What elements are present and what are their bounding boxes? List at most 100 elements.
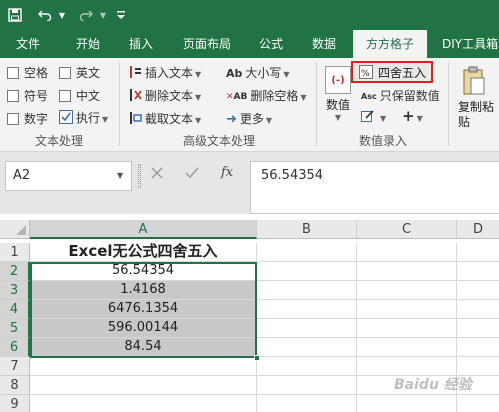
group-label-text-processing: 文本处理 <box>34 134 83 148</box>
checkbox-spaces[interactable]: 空格 <box>7 64 48 81</box>
column-header-d[interactable]: D <box>457 220 499 239</box>
insert-text-label: 插入文本 <box>145 66 194 80</box>
save-icon[interactable] <box>4 0 26 30</box>
checkbox-digits[interactable]: 数字 <box>7 110 48 127</box>
checkbox-box[interactable] <box>59 67 71 79</box>
customize-toolbar-icon[interactable] <box>114 0 128 30</box>
value-label: 数值 <box>325 98 350 112</box>
row-header[interactable]: 8 <box>0 376 30 395</box>
checkbox-box[interactable] <box>7 67 19 79</box>
extract-text-label: 截取文本 <box>145 112 194 126</box>
worksheet-grid[interactable]: A B C D 1 2 3 4 5 6 7 8 9 Excel无公式四舍五入 5… <box>0 214 499 412</box>
delete-text-label: 删除文本 <box>145 89 194 103</box>
value-cell[interactable]: 1.4168 <box>30 281 257 300</box>
value-button[interactable]: (-) 数值 ▼ <box>322 62 354 124</box>
redo-icon[interactable] <box>75 0 97 30</box>
delete-spaces-button[interactable]: ✕AB 删除空格 ▼ <box>226 87 307 104</box>
checkbox-label: 中文 <box>76 89 101 103</box>
checkbox-box[interactable] <box>7 90 19 102</box>
value-cell[interactable]: 84.54 <box>30 338 257 357</box>
title-cell[interactable]: Excel无公式四舍五入 <box>30 243 257 262</box>
checkbox-box[interactable] <box>7 113 19 125</box>
round-label: 四舍五入 <box>378 66 427 80</box>
chevron-down-icon: ▼ <box>283 70 290 79</box>
row-header[interactable]: 6 <box>0 338 30 357</box>
row-header[interactable]: 3 <box>0 281 30 300</box>
extract-text-button[interactable]: 截取文本 ▼ <box>128 110 201 128</box>
fill-handle[interactable] <box>254 355 260 361</box>
group-divider <box>448 62 449 146</box>
select-all-corner[interactable] <box>0 220 30 239</box>
delete-text-button[interactable]: 删除文本 ▼ <box>128 87 201 105</box>
tab-page-layout[interactable]: 页面布局 <box>172 30 242 58</box>
row-header[interactable]: 7 <box>0 357 30 376</box>
checkbox-box[interactable] <box>59 90 71 102</box>
keep-values-button[interactable]: Asc 只保留数值 <box>361 87 440 104</box>
undo-icon[interactable] <box>34 0 56 30</box>
undo-dropdown-icon[interactable]: ▼ <box>56 0 68 30</box>
row-header[interactable]: 5 <box>0 319 30 338</box>
execute-icon <box>59 110 73 127</box>
checkbox-symbols[interactable]: 符号 <box>7 87 48 104</box>
group-label-numeric-entry: 数值录入 <box>358 134 407 148</box>
group-divider <box>316 62 317 146</box>
edit-option-button[interactable]: ▼ <box>361 109 386 126</box>
delete-spaces-label: 删除空格 <box>250 89 299 103</box>
value-cell[interactable]: 56.54354 <box>30 262 257 281</box>
ribbon: 空格 英文 符号 中文 数字 执行 ▼ 文本处理 插入文本 ▼ 删除文本 ▼ 截取文本… <box>0 58 499 152</box>
value-cell[interactable]: 596.00144 <box>30 319 257 338</box>
extract-text-icon <box>128 111 142 128</box>
tab-data[interactable]: 数据 <box>300 30 348 58</box>
row-header[interactable]: 4 <box>0 300 30 319</box>
execute-label: 执行 <box>76 111 101 125</box>
column-header-c[interactable]: C <box>357 220 457 239</box>
tab-formulas[interactable]: 公式 <box>247 30 295 58</box>
edit-icon <box>361 109 375 126</box>
title-bar: ▼ ▼ <box>0 0 499 30</box>
name-box-dropdown-icon[interactable]: ▼ <box>117 171 123 180</box>
tab-insert[interactable]: 插入 <box>116 30 166 58</box>
checkbox-label: 空格 <box>24 66 49 80</box>
more-label: 更多 <box>239 112 264 126</box>
delete-text-icon <box>128 88 142 105</box>
tab-diy-toolbox[interactable]: DIY工具箱 <box>434 30 499 58</box>
confirm-icon[interactable] <box>185 167 199 182</box>
ribbon-tab-bar: 文件 开始 插入 页面布局 公式 数据 方方格子 DIY工具箱 <box>0 30 499 58</box>
more-button[interactable]: ➜ 更多 ▼ <box>226 110 272 127</box>
chevron-down-icon: ▼ <box>416 114 423 123</box>
execute-button[interactable]: 执行 ▼ <box>59 109 108 127</box>
value-cell[interactable]: 6476.1354 <box>30 300 257 319</box>
column-header-b[interactable]: B <box>257 220 357 239</box>
change-case-button[interactable]: Ab 大小写 ▼ <box>226 64 290 81</box>
redo-dropdown-icon[interactable]: ▼ <box>97 0 109 30</box>
arrow-right-icon: ➜ <box>226 112 237 127</box>
chevron-down-icon: ▼ <box>195 93 202 102</box>
checkbox-label: 符号 <box>24 89 49 103</box>
round-button[interactable]: % 四舍五入 <box>351 61 433 83</box>
value-icon: (-) <box>325 66 351 94</box>
delete-spaces-icon: ✕AB <box>226 91 248 102</box>
column-header-a[interactable]: A <box>30 220 257 239</box>
insert-function-icon[interactable]: fx <box>221 165 233 180</box>
svg-text:%: % <box>361 69 370 79</box>
tab-home[interactable]: 开始 <box>62 30 114 58</box>
checkbox-chinese[interactable]: 中文 <box>59 87 100 104</box>
chevron-down-icon: ▼ <box>334 113 342 122</box>
empty-cells[interactable] <box>30 357 257 412</box>
row-header[interactable]: 2 <box>0 262 30 281</box>
tab-fangfang-gezi[interactable]: 方方格子 <box>353 30 427 58</box>
add-option-button[interactable]: + ▼ <box>402 107 423 125</box>
percent-icon: % <box>359 65 373 82</box>
copy-paste-button[interactable]: 复制粘贴 <box>454 62 499 129</box>
row-header[interactable]: 9 <box>0 395 30 412</box>
insert-text-button[interactable]: 插入文本 ▼ <box>128 64 201 82</box>
formula-input[interactable]: 56.54354 <box>250 161 499 214</box>
checkbox-label: 英文 <box>76 66 101 80</box>
cancel-icon[interactable] <box>151 167 163 182</box>
keep-values-icon: Asc <box>361 92 377 101</box>
tab-file[interactable]: 文件 <box>0 30 56 58</box>
row-header[interactable]: 1 <box>0 243 30 262</box>
checkbox-english[interactable]: 英文 <box>59 64 100 81</box>
name-box[interactable]: A2 <box>5 161 132 191</box>
formula-buttons: fx <box>137 161 247 191</box>
